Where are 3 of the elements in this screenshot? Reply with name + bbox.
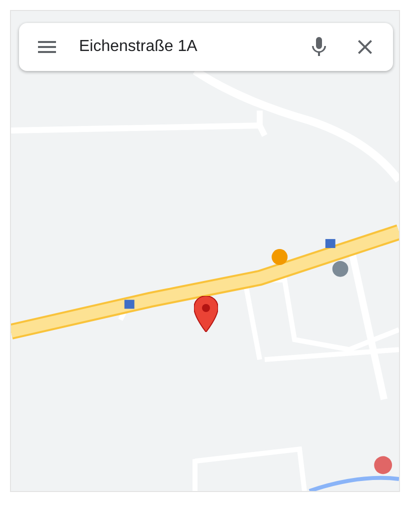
search-field[interactable]: Eichenstraße 1A bbox=[19, 23, 393, 71]
map-area[interactable]: Eichenstraße 1A bbox=[10, 10, 400, 492]
map-pin-icon[interactable] bbox=[194, 296, 218, 332]
